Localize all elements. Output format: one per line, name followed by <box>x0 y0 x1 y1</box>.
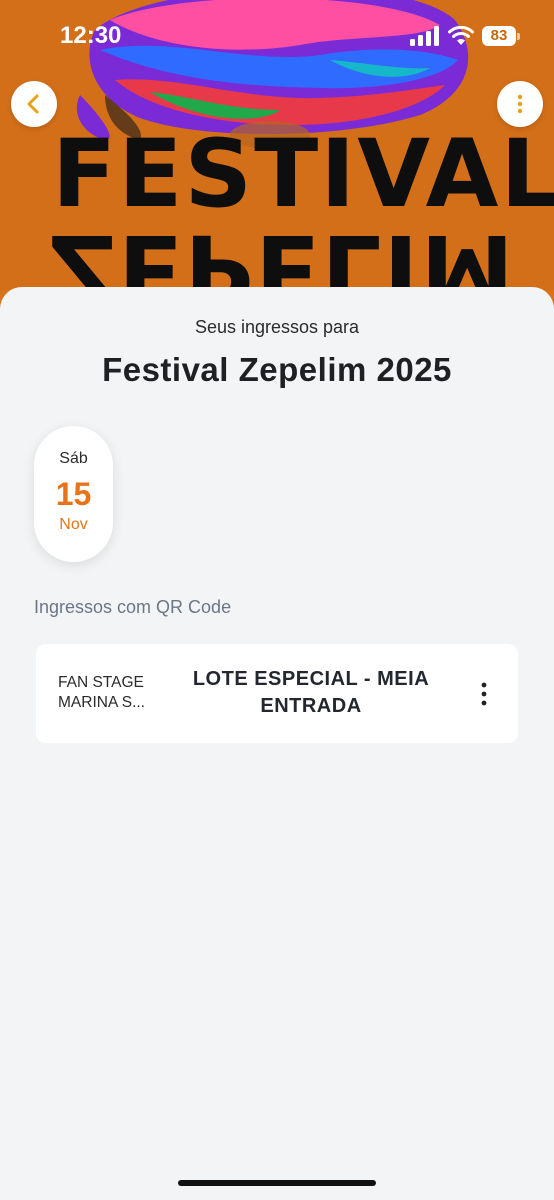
date-day: 15 <box>55 476 92 512</box>
back-button[interactable] <box>11 81 57 127</box>
signal-icon <box>410 26 439 46</box>
ticket-card[interactable]: FAN STAGE MARINA S... LOTE ESPECIAL - ME… <box>36 644 518 743</box>
page-subtitle: Seus ingressos para <box>194 317 360 337</box>
ticket-type: LOTE ESPECIAL - MEIA ENTRADA <box>192 668 430 717</box>
screen: FESTIVAL ZEPELIM 12:30 83 Seus ingressos… <box>0 0 554 1200</box>
ticket-sector-line2: MARINA S... <box>58 694 145 711</box>
section-label: Ingressos com QR Code <box>34 597 232 617</box>
more-vertical-icon <box>517 94 523 114</box>
chevron-left-icon <box>27 94 39 114</box>
home-indicator[interactable] <box>178 1180 376 1186</box>
date-weekday: Sáb <box>59 450 88 467</box>
battery-icon: 83 <box>482 26 520 46</box>
ticket-sector-line1: FAN STAGE <box>58 674 144 691</box>
tickets-sheet: Seus ingressos para Festival Zepelim 202… <box>0 287 554 1200</box>
ticket-menu-button[interactable] <box>468 674 500 714</box>
status-icons: 83 <box>410 24 520 48</box>
page-title: Festival Zepelim 2025 <box>102 351 452 388</box>
more-options-button[interactable] <box>497 81 543 127</box>
date-selector-pill[interactable]: Sáb 15 Nov <box>34 426 113 562</box>
more-vertical-icon <box>481 682 487 706</box>
wifi-icon <box>448 26 474 45</box>
status-time: 12:30 <box>60 22 122 49</box>
ticket-sector: FAN STAGE MARINA S... <box>58 673 168 713</box>
event-banner: FESTIVAL ZEPELIM 12:30 83 <box>0 0 554 320</box>
date-month: Nov <box>59 516 88 533</box>
